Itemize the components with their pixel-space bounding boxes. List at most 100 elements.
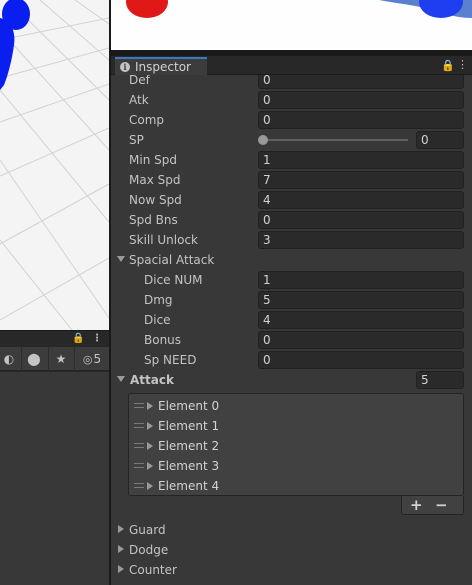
field-label: Dice NUM [144,273,203,287]
field-input[interactable]: 3 [258,231,464,249]
field-label: Def [129,75,150,87]
field-row-bonus: Bonus 0 [111,330,472,350]
foldout-spacial-attack[interactable]: Spacial Attack [111,250,472,270]
element-label: Element 2 [158,439,220,453]
field-input[interactable]: 0 [258,351,464,369]
field-row-dice-num: Dice NUM 1 [111,270,472,290]
foldout-attack[interactable]: Attack 5 [111,370,472,390]
drag-handle-icon[interactable] [134,423,144,428]
field-label: Spd Bns [129,213,178,227]
scene-view[interactable] [0,0,109,330]
expand-arrow-icon[interactable] [147,402,153,410]
foldout-label: Spacial Attack [129,253,215,267]
drag-handle-icon[interactable] [134,463,144,468]
eye-slash-icon: ◎ [82,352,93,366]
field-label: Min Spd [129,153,177,167]
field-row-comp: Comp 0 [111,110,472,130]
foldout-counter[interactable]: Counter [111,560,472,580]
array-list: Element 0 Element 1 Element 2 Element 3 … [128,393,464,496]
field-row-sp: SP 0 [111,130,472,150]
field-label: Bonus [144,333,182,347]
field-input[interactable]: 0 [416,131,464,149]
field-row-spd-bns: Spd Bns 0 [111,210,472,230]
game-preview [111,0,472,50]
sp-slider-thumb[interactable] [258,135,268,145]
foldout-label: Counter [129,563,177,577]
expand-arrow-icon[interactable] [147,482,153,490]
foldout-label: Attack [130,373,174,387]
foldout-collapsed-icon[interactable] [118,565,124,573]
left-panel-header: 🔒 ⋮ [0,330,109,347]
field-input[interactable]: 1 [258,151,464,169]
add-element-button[interactable]: + [410,496,423,514]
foldout-label: Dodge [129,543,169,557]
lock-icon[interactable]: 🔒 [72,333,84,344]
list-item[interactable]: Element 0 [129,396,463,416]
array-size-input[interactable]: 5 [416,371,464,389]
sp-slider-track[interactable] [263,139,408,141]
expand-arrow-icon[interactable] [147,442,153,450]
scene-visibility-icon[interactable]: ◐ [0,347,21,371]
field-row-sp-need: Sp NEED 0 [111,350,472,370]
field-row-dice: Dice 4 [111,310,472,330]
field-label: Now Spd [129,193,182,207]
foldout-collapsed-icon[interactable] [118,545,124,553]
field-row-atk: Atk 0 [111,90,472,110]
field-row-dmg: Dmg 5 [111,290,472,310]
field-row-skill-unlock: Skill Unlock 3 [111,230,472,250]
field-input[interactable]: 0 [258,331,464,349]
list-item[interactable]: Element 4 [129,476,463,496]
left-panel-toolbar: ◐ ⬤ ★ ◎ 5 [0,347,109,371]
field-input[interactable]: 0 [258,91,464,109]
info-icon: i [120,62,130,72]
foldout-dodge[interactable]: Dodge [111,540,472,560]
field-input[interactable]: 4 [258,311,464,329]
drag-handle-icon[interactable] [134,443,144,448]
tag-icon[interactable]: ⬤ [21,347,46,371]
drag-handle-icon[interactable] [134,403,144,408]
foldout-expanded-icon[interactable] [117,256,125,262]
field-input[interactable]: 0 [258,75,464,89]
left-panel-content[interactable] [0,372,109,585]
star-icon[interactable]: ★ [48,347,73,371]
array-list-footer: + − [401,496,464,515]
field-row-now-spd: Now Spd 4 [111,190,472,210]
kebab-menu-icon[interactable]: ⋮ [92,333,102,344]
field-label: Sp NEED [144,353,197,367]
field-label: SP [129,133,144,147]
drag-handle-icon[interactable] [134,483,144,488]
field-input[interactable]: 0 [258,111,464,129]
kebab-menu-icon[interactable]: ⋮ [457,58,468,71]
element-label: Element 4 [158,479,220,493]
field-input[interactable]: 0 [258,211,464,229]
inspector-body: Def 0 Atk 0 Comp 0 SP 0 Min Spd 1 Max Sp… [111,75,472,585]
tab-inspector[interactable]: i Inspector [115,57,207,75]
field-input[interactable]: 1 [258,271,464,289]
field-row-def: Def 0 [111,75,472,90]
hidden-count-button[interactable]: ◎ 5 [74,347,109,371]
tab-inspector-label: Inspector [135,60,191,74]
field-label: Atk [129,93,149,107]
field-input[interactable]: 7 [258,171,464,189]
field-input[interactable]: 5 [258,291,464,309]
foldout-expanded-icon[interactable] [117,376,125,382]
field-label: Max Spd [129,173,181,187]
list-item[interactable]: Element 1 [129,416,463,436]
element-label: Element 1 [158,419,220,433]
list-item[interactable]: Element 3 [129,456,463,476]
lock-icon[interactable]: 🔒 [441,59,455,72]
remove-element-button[interactable]: − [435,496,448,514]
inspector-tab-bar: i Inspector 🔒 ⋮ [111,56,472,75]
foldout-label: Guard [129,523,166,537]
element-label: Element 0 [158,399,220,413]
hidden-count: 5 [93,352,102,366]
expand-arrow-icon[interactable] [147,462,153,470]
foldout-guard[interactable]: Guard [111,520,472,540]
foldout-collapsed-icon[interactable] [118,525,124,533]
list-item[interactable]: Element 2 [129,436,463,456]
element-label: Element 3 [158,459,220,473]
field-input[interactable]: 4 [258,191,464,209]
field-label: Dmg [144,293,173,307]
field-label: Dice [144,313,171,327]
expand-arrow-icon[interactable] [147,422,153,430]
